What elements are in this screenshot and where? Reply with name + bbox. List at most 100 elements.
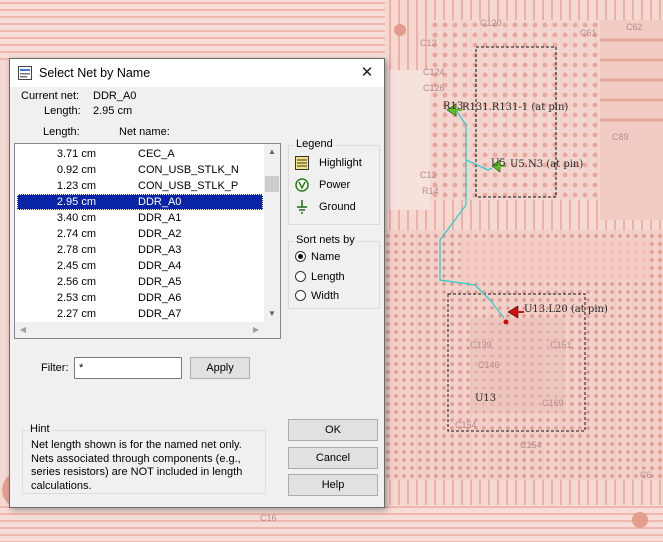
sort-group: Sort nets by Name Length Width (288, 234, 380, 309)
pcb-refdes-label: C89 (612, 132, 629, 142)
scroll-up-icon[interactable]: ▲ (264, 144, 280, 160)
net-name: DDR_A5 (138, 276, 182, 288)
hint-group: Hint Net length shown is for the named n… (22, 423, 266, 494)
vertical-scrollbar[interactable]: ▲ ▼ (264, 144, 280, 322)
current-net-label: Current net: (21, 90, 80, 102)
net-name: DDR_A3 (138, 244, 182, 256)
pcb-refdes-label: C124 (423, 67, 445, 77)
hint-text: Net length shown is for the named net on… (31, 439, 243, 492)
scroll-left-icon[interactable]: ◀ (15, 322, 31, 338)
net-name: DDR_A6 (138, 292, 182, 304)
pcb-refdes-label: R14 (422, 186, 439, 196)
net-row[interactable]: 2.74 cm DDR_A2 (17, 226, 263, 242)
sort-by-width-label: Width (311, 290, 340, 302)
pcb-label-u13: U13 (475, 393, 497, 404)
net-listbox[interactable]: 3.71 cm CEC_A 0.92 cm CON_USB_STLK_N 1.23 … (14, 143, 281, 339)
hint-title: Hint (28, 423, 52, 435)
net-row[interactable]: 0.92 cm CON_USB_STLK_N (17, 162, 263, 178)
ok-button[interactable]: OK (288, 419, 378, 441)
pcb-refdes-label: C61 (580, 28, 597, 38)
pcb-refdes-label: C146 (478, 360, 500, 370)
net-row[interactable]: 2.53 cm DDR_A6 (17, 290, 263, 306)
cancel-button[interactable]: Cancel (288, 447, 378, 469)
pcb-refdes-label: C16 (260, 513, 277, 523)
horizontal-scrollbar[interactable]: ◀ ▶ (15, 322, 280, 338)
current-length-value: 2.95 cm (93, 105, 133, 117)
sort-title: Sort nets by (294, 234, 357, 246)
pcb-refdes-label: C169 (542, 398, 564, 408)
net-row[interactable]: 2.45 cm DDR_A4 (17, 258, 263, 274)
pcb-label-u5: U5 (491, 158, 506, 169)
pcb-refdes-label: C62 (626, 22, 643, 32)
net-row-selected[interactable]: 2.95 cm DDR_A0 (17, 194, 263, 210)
dialog-title: Select Net by Name (39, 66, 151, 80)
ground-icon (297, 200, 307, 214)
net-length: 2.56 cm (56, 276, 96, 288)
radio-unchecked-icon[interactable] (295, 271, 306, 282)
power-icon (295, 178, 309, 192)
pcb-refdes-label: C139 (470, 340, 492, 350)
net-row[interactable]: 2.56 cm DDR_A5 (17, 274, 263, 290)
net-length: 2.53 cm (56, 292, 96, 304)
scroll-right-icon[interactable]: ▶ (248, 322, 264, 338)
sort-by-name-label: Name (311, 251, 341, 263)
legend-group: Legend Highlight Power Ground (288, 138, 380, 225)
net-length: 3.71 cm (56, 148, 96, 160)
net-row[interactable]: 3.71 cm CEC_A (17, 146, 263, 162)
column-header-net-name: Net name: (119, 126, 170, 138)
sort-by-length-label: Length (311, 271, 345, 283)
net-length: 2.45 cm (56, 260, 96, 272)
net-length: 0.92 cm (56, 164, 96, 176)
column-header-length: Length: (43, 126, 80, 138)
pcb-label-r13: R13 (443, 101, 464, 112)
net-name: CON_USB_STLK_P (138, 180, 239, 192)
net-name: DDR_A7 (138, 308, 182, 320)
current-net-value: DDR_A0 (93, 90, 137, 102)
pcb-label-u5-pin: U5.N3 (at pin) (510, 159, 584, 170)
pcb-refdes-label: C154 (455, 420, 477, 430)
help-button[interactable]: Help (288, 474, 378, 496)
radio-checked-icon[interactable] (295, 251, 306, 262)
net-name: CEC_A (138, 148, 175, 160)
net-length: 2.78 cm (56, 244, 96, 256)
legend-highlight-label: Highlight (319, 157, 362, 169)
legend-title: Legend (294, 138, 335, 150)
pcb-label-u13-pin: U13.L20 (at pin) (524, 304, 608, 315)
pcb-refdes-label: C6 (640, 470, 652, 480)
net-row[interactable]: 2.27 cm DDR_A7 (17, 306, 263, 322)
net-length: 2.95 cm (56, 196, 96, 208)
pcb-refdes-label: C12 (420, 170, 437, 180)
net-row[interactable]: 2.78 cm DDR_A3 (17, 242, 263, 258)
pcb-refdes-label: C120 (480, 18, 502, 28)
pcb-refdes-label: C151 (550, 340, 572, 350)
legend-ground-label: Ground (319, 201, 356, 213)
current-length-label: Length: (44, 105, 81, 117)
legend-power-label: Power (319, 179, 351, 191)
net-name: DDR_A2 (138, 228, 182, 240)
dialog-titlebar[interactable]: Select Net by Name ✕ (10, 59, 384, 87)
net-name: DDR_A1 (138, 212, 182, 224)
net-row[interactable]: 1.23 cm CON_USB_STLK_P (17, 178, 263, 194)
close-button[interactable]: ✕ (356, 62, 378, 84)
pcb-refdes-label: C126 (423, 83, 445, 93)
net-length: 3.40 cm (56, 212, 96, 224)
select-net-dialog: Select Net by Name ✕ Current net: DDR_A0… (9, 58, 385, 508)
filter-input[interactable] (74, 357, 182, 379)
apply-button[interactable]: Apply (190, 357, 250, 379)
pcb-label-r131-pin: R131.R131-1 (at pin) (462, 102, 569, 113)
net-name: DDR_A4 (138, 260, 182, 272)
radio-unchecked-icon[interactable] (295, 290, 306, 301)
net-length: 2.74 cm (56, 228, 96, 240)
net-length: 1.23 cm (56, 180, 96, 192)
pcb-refdes-label: C154 (520, 440, 542, 450)
scroll-down-icon[interactable]: ▼ (264, 306, 280, 322)
filter-label: Filter: (41, 362, 69, 374)
net-row[interactable]: 3.40 cm DDR_A1 (17, 210, 263, 226)
pcb-refdes-label: C12 (420, 38, 437, 48)
net-name: CON_USB_STLK_N (138, 164, 239, 176)
net-length: 2.27 cm (56, 308, 96, 320)
highlight-icon (295, 156, 309, 170)
net-name: DDR_A0 (138, 196, 182, 208)
app-icon (18, 66, 32, 80)
scroll-thumb[interactable] (265, 176, 279, 192)
